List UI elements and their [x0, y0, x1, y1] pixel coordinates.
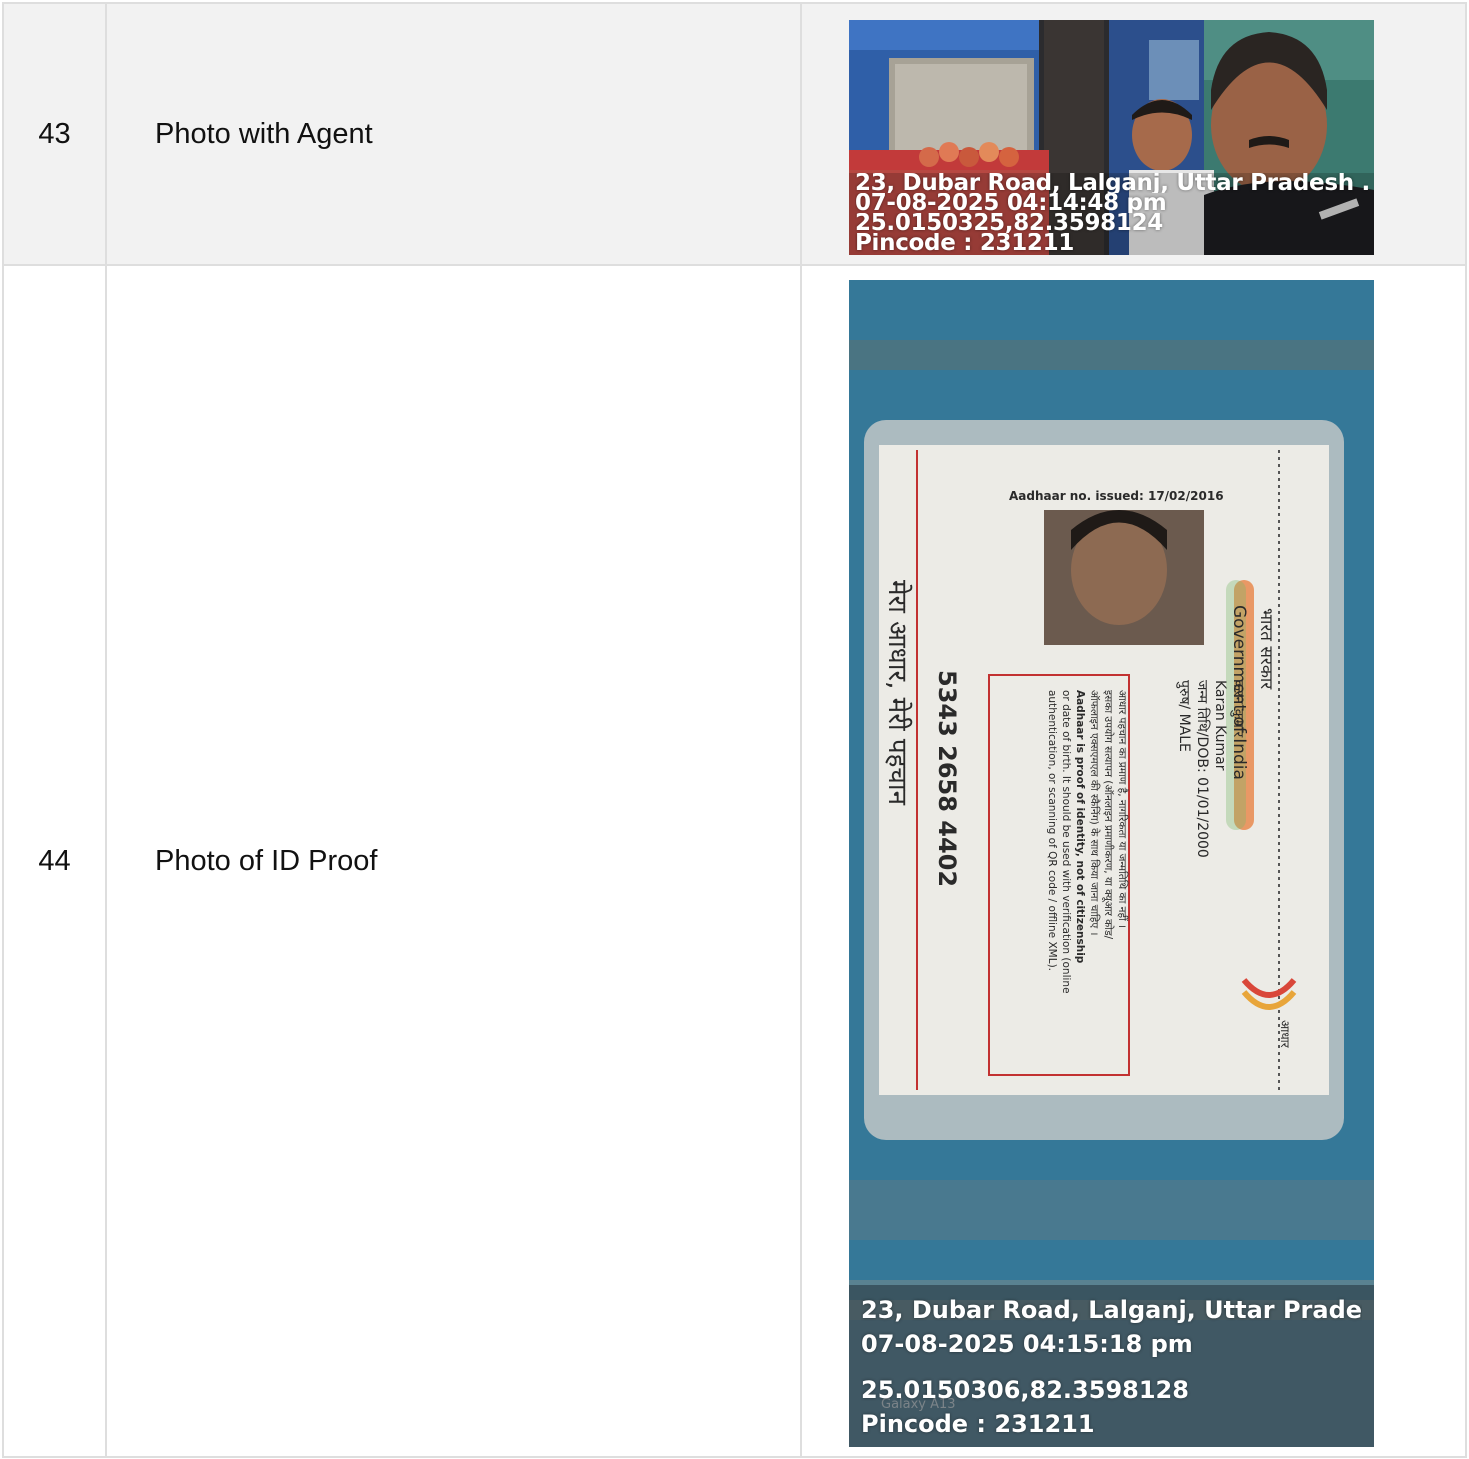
stamp-address: 23, Dubar Road, Lalganj, Uttar Pradesh .… — [855, 173, 1368, 193]
photo-stamp: 23, Dubar Road, Lalganj, Uttar Pradesh .… — [849, 173, 1374, 255]
stamp-pincode: Pincode : 231211 — [861, 1410, 1095, 1438]
card-logo-text: आधार — [1278, 1020, 1292, 1049]
card-govt-hindi: भारत सरकार — [1256, 608, 1276, 690]
card-name-hindi: करन कुमार — [1230, 680, 1246, 737]
card-note-line: Aadhaar is proof of identity, not of cit… — [1074, 690, 1086, 964]
agent-photo[interactable]: 23, Dubar Road, Lalganj, Uttar Pradesh .… — [849, 20, 1374, 255]
stamp-pincode: Pincode : 231211 — [855, 233, 1075, 253]
photo-cell: Aadhaar no. issued: 17/02/2016 भारत सरका… — [800, 264, 1467, 1458]
row-number: 44 — [2, 264, 107, 1458]
stamp-datetime: 07-08-2025 04:14:48 pm — [855, 193, 1167, 213]
card-tagline: मेरा आधार, मेरी पहचान — [882, 580, 913, 806]
stamp-coordinates: 25.0150306,82.3598128 — [861, 1376, 1189, 1404]
card-aadhaar-number: 5343 2658 4402 — [933, 670, 961, 887]
card-note-line: इसका उपयोग सत्यापन (ऑनलाइन प्रमाणीकरण, य… — [1102, 690, 1115, 940]
card-note-line: आधार पहचान का प्रमाण है, नागरिकता या जन्… — [1116, 690, 1129, 928]
photo-cell: 23, Dubar Road, Lalganj, Uttar Pradesh .… — [800, 2, 1467, 266]
photo-table: 43 Photo with Agent 23, Dubar Road, Lalg… — [2, 2, 1467, 1458]
card-note-line: authentication, or scanning of QR code /… — [1046, 690, 1058, 971]
id-proof-photo[interactable]: Aadhaar no. issued: 17/02/2016 भारत सरका… — [849, 280, 1374, 1447]
photo-stamp: 23, Dubar Road, Lalganj, Uttar Pradesh .… — [849, 1285, 1374, 1447]
table-row: 43 Photo with Agent 23, Dubar Road, Lalg… — [2, 2, 1467, 266]
id-proof-image: Aadhaar no. issued: 17/02/2016 भारत सरका… — [849, 280, 1374, 1447]
table-row: 44 Photo of ID Proof Aadhaar no. issued:… — [2, 264, 1467, 1458]
card-note-line: ऑफलाइन एक्सएमएल की स्कैनिंग) के साथ किया… — [1088, 690, 1101, 935]
card-dob: जन्म तिथि/DOB: 01/01/2000 — [1194, 680, 1211, 858]
card-note-line: or date of birth. It should be used with… — [1060, 690, 1072, 994]
stamp-datetime: 07-08-2025 04:15:18 pm — [861, 1330, 1193, 1358]
stamp-coordinates: 25.0150325,82.3598124 — [855, 213, 1163, 233]
card-issued: Aadhaar no. issued: 17/02/2016 — [1009, 489, 1224, 503]
row-label: Photo of ID Proof — [105, 264, 802, 1458]
row-label: Photo with Agent — [105, 2, 802, 266]
card-name-english: Karan Kumar — [1212, 680, 1228, 771]
stamp-address: 23, Dubar Road, Lalganj, Uttar Pradesh .… — [861, 1296, 1362, 1324]
row-number: 43 — [2, 2, 107, 266]
card-gender: पुरुष/ MALE — [1176, 680, 1192, 752]
